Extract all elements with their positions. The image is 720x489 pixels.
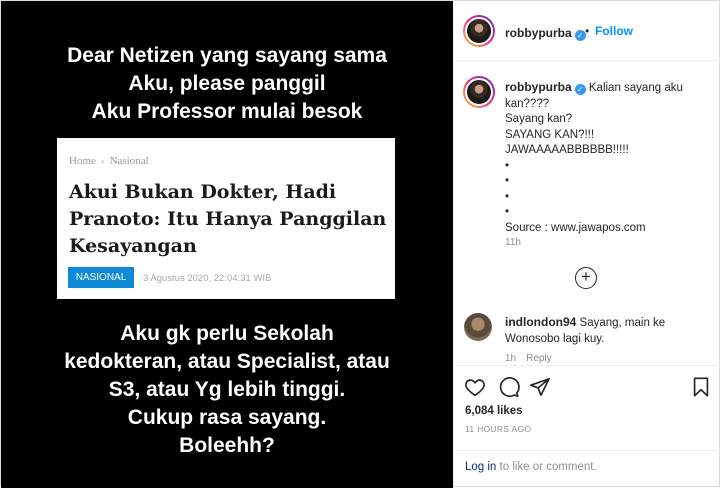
image-text-line: Aku, please panggil	[128, 72, 326, 95]
post-image[interactable]: Dear Netizen yang sayang sama Aku, pleas…	[1, 1, 453, 488]
caption-line: •	[505, 190, 510, 203]
comment-icon[interactable]	[498, 376, 520, 398]
caption-line: Source : www.jawapos.com	[505, 221, 646, 234]
login-prompt: Log in to like or comment.	[465, 461, 597, 473]
comments-section[interactable]: robbypurba ✓ Kalian sayang aku kan???? Sa…	[454, 62, 720, 364]
comment: indlondon94 Sayang, main ke Wonosobo lag…	[505, 315, 715, 347]
heart-icon[interactable]	[464, 376, 486, 398]
commenter-username[interactable]: indlondon94	[505, 315, 576, 329]
caption-line: •	[505, 206, 510, 218]
post-timestamp[interactable]: 11 HOURS AGO	[465, 424, 531, 434]
news-headline: Akui Bukan Dokter, Hadi Pranoto: Itu Han…	[69, 181, 387, 257]
image-text-line: Aku gk perlu Sekolah	[120, 322, 334, 345]
caption-line: JAWAAAAABBBBBB!!!!!	[505, 144, 629, 156]
avatar[interactable]	[463, 15, 495, 47]
caption-line: Sayang kan?	[505, 113, 573, 125]
post-header: robbypurba ✓ • Follow	[454, 1, 720, 61]
caption-avatar[interactable]	[463, 76, 495, 108]
share-icon[interactable]	[529, 376, 551, 398]
comment-meta: 1h Reply	[505, 353, 562, 364]
image-text-line: Cukup rasa sayang.	[127, 406, 327, 429]
separator-dot: •	[585, 24, 590, 38]
caption: robbypurba ✓ Kalian sayang aku kan???? Sa…	[505, 80, 715, 236]
image-text-line: Dear Netizen yang sayang sama	[67, 44, 387, 67]
bookmark-icon[interactable]	[690, 376, 712, 398]
image-text-line: S3, atau Yg lebih tinggi.	[108, 378, 346, 401]
login-link[interactable]: Log in	[465, 461, 496, 473]
verified-badge-icon: ✓	[574, 84, 586, 95]
instagram-post-modal: Dear Netizen yang sayang sama Aku, pleas…	[0, 0, 720, 488]
image-bottom-text: Aku gk perlu Sekolah kedokteran, atau Sp…	[1, 320, 453, 460]
news-screenshot: Home › Nasional Akui Bukan Dokter, Hadi Pr…	[57, 138, 395, 299]
follow-button[interactable]: Follow	[595, 24, 633, 38]
login-prompt-text: to like or comment.	[496, 461, 597, 473]
image-text-line: Aku Professor mulai besok	[91, 100, 363, 123]
caption-line: •	[505, 175, 510, 187]
header-username-row: robbypurba ✓	[505, 24, 586, 42]
caption-line: SAYANG KAN?!!!	[505, 128, 595, 141]
comment-timestamp[interactable]: 1h	[505, 353, 516, 364]
commenter-avatar[interactable]	[464, 313, 492, 341]
likes-count[interactable]: 6,084 likes	[465, 405, 523, 417]
header-username[interactable]: robbypurba	[505, 26, 572, 40]
caption-username[interactable]: robbypurba	[505, 80, 572, 94]
image-text-line: Boleehh?	[179, 434, 275, 457]
caption-line: •	[505, 159, 510, 172]
news-crumb-separator: ›	[100, 155, 105, 167]
news-breadcrumb: Home › Nasional	[69, 155, 149, 167]
reply-button[interactable]: Reply	[526, 353, 552, 364]
post-side-panel: robbypurba ✓ • Follow robbypurba ✓ Kalian …	[453, 1, 720, 488]
news-crumb-section: Nasional	[109, 155, 149, 167]
load-more-comments-icon[interactable]: +	[575, 267, 597, 289]
news-date: 3 Agustus 2020, 22:04:31 WIB	[143, 273, 272, 284]
caption-timestamp[interactable]: 11h	[505, 237, 521, 248]
image-text-line: kedokteran, atau Specialist, atau	[64, 350, 390, 373]
image-top-text: Dear Netizen yang sayang sama Aku, pleas…	[1, 42, 453, 126]
action-bar: 6,084 likes 11 HOURS AGO Log in to like …	[454, 365, 720, 488]
news-crumb-home: Home	[69, 155, 96, 167]
news-category-badge: NASIONAL	[68, 267, 134, 288]
